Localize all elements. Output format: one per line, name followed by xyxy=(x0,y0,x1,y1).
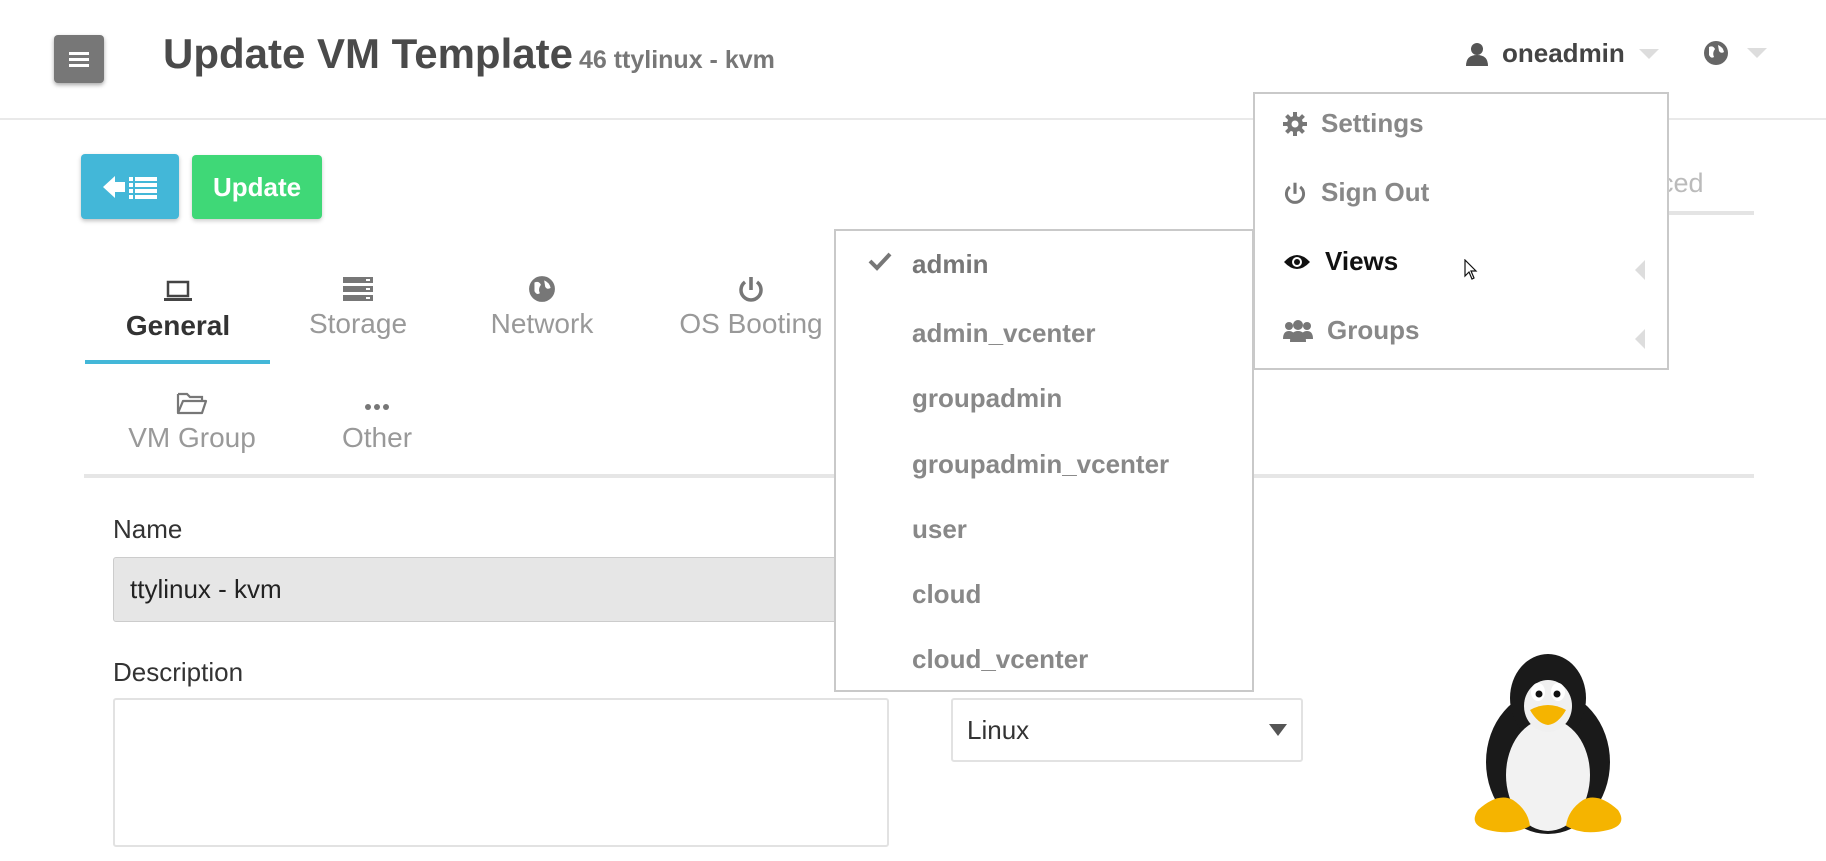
description-textarea[interactable] xyxy=(113,698,889,847)
chevron-left-icon xyxy=(1635,260,1645,280)
view-option-groupadmin[interactable]: groupadmin xyxy=(912,383,1062,414)
eye-icon xyxy=(1284,254,1310,269)
view-option-cloud-vcenter[interactable]: cloud_vcenter xyxy=(912,644,1088,675)
view-option-user[interactable]: user xyxy=(912,514,967,545)
mouse-cursor-icon xyxy=(1464,259,1478,280)
view-option-admin-vcenter[interactable]: admin_vcenter xyxy=(912,318,1096,349)
view-option-groupadmin-vcenter[interactable]: groupadmin_vcenter xyxy=(912,449,1169,480)
tab-storage[interactable]: Storage xyxy=(290,274,426,340)
description-label: Description xyxy=(113,657,244,687)
user-icon xyxy=(1466,42,1488,66)
tab-label: VM Group xyxy=(128,422,256,453)
tab-network[interactable]: Network xyxy=(476,274,608,340)
hamburger-menu-button[interactable] xyxy=(54,35,104,83)
chevron-down-icon xyxy=(1638,48,1659,59)
tab-label: General xyxy=(125,310,231,341)
advanced-tab-underline xyxy=(1660,211,1754,215)
language-menu-toggle[interactable] xyxy=(1703,40,1767,66)
menu-item-sign-out[interactable]: Sign Out xyxy=(1283,177,1429,208)
page-title-text: Update VM Template xyxy=(163,30,573,77)
tab-other[interactable]: Other xyxy=(332,388,422,454)
tab-label: Storage xyxy=(308,308,408,339)
menu-item-label: Sign Out xyxy=(1321,177,1430,207)
name-label: Name xyxy=(113,514,183,544)
power-icon xyxy=(739,277,763,302)
view-option-cloud[interactable]: cloud xyxy=(912,579,981,610)
name-input[interactable]: ttylinux - kvm xyxy=(113,557,873,622)
view-option-admin[interactable]: admin xyxy=(912,249,989,280)
chevron-down-icon xyxy=(1269,724,1287,736)
update-button[interactable]: Update xyxy=(192,155,322,219)
active-tab-underline xyxy=(85,360,270,364)
page-title: Update VM Template 46 ttylinux - kvm xyxy=(163,30,775,78)
menu-item-label: Views xyxy=(1325,246,1399,276)
os-select-value: Linux xyxy=(967,714,1030,745)
user-dropdown-menu: Settings Sign Out Views Groups xyxy=(1253,92,1669,370)
checkmark-icon xyxy=(868,252,892,271)
hamburger-icon xyxy=(69,52,89,67)
page-subtitle: 46 ttylinux - kvm xyxy=(578,46,775,74)
views-submenu: admin admin_vcenter groupadmin groupadmi… xyxy=(834,229,1254,692)
tab-general[interactable]: General xyxy=(104,276,252,342)
menu-item-settings[interactable]: Settings xyxy=(1283,108,1424,139)
back-list-icon xyxy=(103,175,157,199)
ellipsis-icon xyxy=(365,404,389,410)
globe-icon xyxy=(1704,41,1728,65)
menu-item-label: Groups xyxy=(1327,315,1420,345)
chevron-down-icon xyxy=(1747,48,1767,58)
storage-icon xyxy=(343,277,373,301)
tab-label: Network xyxy=(490,308,594,339)
menu-item-views[interactable]: Views xyxy=(1283,246,1398,277)
power-icon xyxy=(1284,182,1306,204)
tab-vm-group[interactable]: VM Group xyxy=(120,388,264,454)
laptop-icon xyxy=(164,280,192,301)
user-menu-toggle[interactable]: oneadmin xyxy=(1466,38,1659,69)
tab-os-booting[interactable]: OS Booting xyxy=(668,274,834,340)
tab-label: Other xyxy=(341,422,413,453)
menu-item-groups[interactable]: Groups xyxy=(1283,315,1419,346)
tab-label: OS Booting xyxy=(679,308,823,339)
gear-icon xyxy=(1283,111,1307,136)
users-icon xyxy=(1283,319,1313,342)
chevron-left-icon xyxy=(1635,329,1645,349)
back-to-list-button[interactable] xyxy=(81,154,179,219)
folder-icon xyxy=(176,392,208,415)
menu-item-label: Settings xyxy=(1321,108,1424,138)
os-select[interactable]: Linux xyxy=(951,698,1303,762)
username: oneadmin xyxy=(1502,38,1625,68)
globe-icon xyxy=(529,276,555,302)
linux-penguin-logo xyxy=(1474,654,1622,834)
